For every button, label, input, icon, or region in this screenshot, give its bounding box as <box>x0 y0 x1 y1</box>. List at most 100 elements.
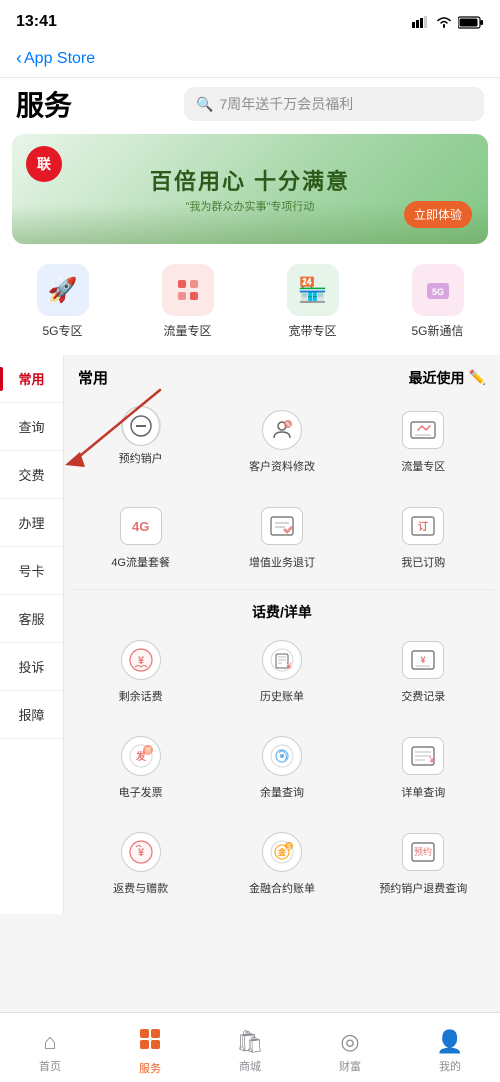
sidebar-banli-label: 办理 <box>18 516 44 531</box>
jiaofei-icon: ¥ <box>399 636 447 684</box>
active-indicator <box>0 367 3 391</box>
service-lishi-zhangdan[interactable]: ¥ 历史账单 <box>211 626 352 714</box>
sidebar-item-banli[interactable]: 办理 <box>0 499 63 547</box>
4g-label: 4G流量套餐 <box>111 556 170 570</box>
svg-text:✎: ✎ <box>285 422 291 429</box>
header-area: 服务 🔍 7周年送千万会员福利 联 百倍用心 十分满意 "我为群众办实事"专项行… <box>0 78 500 355</box>
tab-service-label: 服务 <box>139 1060 161 1076</box>
tab-home[interactable]: ⌂ 首页 <box>0 1021 100 1074</box>
kehu-icon: ✎ <box>258 406 306 454</box>
sidebar-changyong-label: 常用 <box>18 372 44 387</box>
svg-text:5G: 5G <box>431 287 443 297</box>
right-panel: 常用 最近使用 ✏️ 预约销户 <box>64 355 500 914</box>
status-icons <box>412 16 484 29</box>
sidebar-kefu-label: 客服 <box>18 612 44 627</box>
search-bar[interactable]: 🔍 7周年送千万会员福利 <box>184 87 484 121</box>
service-kehu-ziliao[interactable]: ✎ 客户资料修改 <box>211 396 352 484</box>
service-liuliang-zone[interactable]: 流量专区 <box>353 396 494 484</box>
tab-mall[interactable]: 🛍 商城 <box>200 1021 300 1074</box>
tab-mine[interactable]: 👤 我的 <box>400 1021 500 1074</box>
recent-label: 最近使用 ✏️ <box>409 368 486 388</box>
quick-nav-5gnew[interactable]: 5G 5G新通信 <box>375 264 500 339</box>
tab-home-label: 首页 <box>39 1058 61 1074</box>
tab-wealth[interactable]: ◎ 财富 <box>300 1021 400 1074</box>
zhangdan-label: 历史账单 <box>260 690 304 704</box>
tab-wealth-label: 财富 <box>339 1058 361 1074</box>
yuliang-icon <box>258 732 306 780</box>
quick-nav-5g[interactable]: 🚀 5G专区 <box>0 264 125 339</box>
changyong-title: 常用 <box>78 367 108 388</box>
jiaofei-label: 交费记录 <box>401 690 445 704</box>
sidebar-item-baogao[interactable]: 报障 <box>0 691 63 739</box>
banner[interactable]: 联 百倍用心 十分满意 "我为群众办实事"专项行动 立即体验 <box>12 134 488 244</box>
changyong-grid-row2: 4G 4G流量套餐 增值业务退订 <box>64 492 500 588</box>
tab-mall-label: 商城 <box>239 1058 261 1074</box>
sidebar-item-chaxun[interactable]: 查询 <box>0 403 63 451</box>
search-icon: 🔍 <box>196 96 213 113</box>
bottom-spacer <box>0 914 500 994</box>
back-label: App Store <box>24 50 95 68</box>
flow-zone-label: 流量专区 <box>163 322 211 339</box>
sidebar-tousu-label: 投诉 <box>18 660 44 675</box>
svg-text:订: 订 <box>418 520 428 533</box>
fapiao-icon: 发 票 <box>117 732 165 780</box>
sidebar-item-haoka[interactable]: 号卡 <box>0 547 63 595</box>
back-button[interactable]: ‹ App Store <box>16 48 95 69</box>
5g-zone-icon: 🚀 <box>37 264 89 316</box>
service-jinrong-zhangdan[interactable]: 金 $ 金融合约账单 <box>211 818 352 906</box>
service-jiaofei-jilu[interactable]: ¥ 交费记录 <box>353 626 494 714</box>
changyong-header: 常用 最近使用 ✏️ <box>64 355 500 396</box>
page-title: 服务 <box>16 84 72 124</box>
tuifei-label: 预约销户退费查询 <box>379 882 467 896</box>
service-woyidingou[interactable]: 订 我已订购 <box>353 492 494 580</box>
jinrong-icon: 金 $ <box>258 828 306 876</box>
zengzhi-label: 增值业务退订 <box>249 556 315 570</box>
xiangdan-icon: ¥ <box>399 732 447 780</box>
service-icon <box>138 1027 162 1057</box>
liuliang-label: 流量专区 <box>401 460 445 474</box>
quick-nav-broadband[interactable]: 🏪 宽带专区 <box>250 264 375 339</box>
sidebar-item-tousu[interactable]: 投诉 <box>0 643 63 691</box>
sidebar-item-kefu[interactable]: 客服 <box>0 595 63 643</box>
5gnew-zone-label: 5G新通信 <box>411 322 463 339</box>
quick-nav-flow[interactable]: 流量专区 <box>125 264 250 339</box>
edit-icon[interactable]: ✏️ <box>469 369 486 386</box>
service-fanfei-zengkuan[interactable]: ¥ 返费与赠款 <box>70 818 211 906</box>
dingou-icon: 订 <box>399 502 447 550</box>
dingou-label: 我已订购 <box>401 556 445 570</box>
yuyue-label: 预约销户 <box>119 452 163 466</box>
service-yuliang-chaxun[interactable]: 余量查询 <box>211 722 352 810</box>
shengyu-label: 剩余话费 <box>119 690 163 704</box>
sidebar-jiaofei-label: 交费 <box>18 468 44 483</box>
svg-text:预约: 预约 <box>414 846 432 857</box>
nav-bar: ‹ App Store <box>0 44 500 78</box>
home-icon: ⌂ <box>43 1029 56 1055</box>
svg-text:¥: ¥ <box>421 655 426 665</box>
sidebar-item-changyong[interactable]: 常用 <box>0 355 63 403</box>
service-yuyue-tuifei[interactable]: 预约 预约销户退费查询 <box>353 818 494 906</box>
yuliang-label: 余量查询 <box>260 786 304 800</box>
svg-text:¥: ¥ <box>429 755 436 765</box>
fapiao-label: 电子发票 <box>119 786 163 800</box>
xiangdan-label: 详单查询 <box>401 786 445 800</box>
5g-zone-label: 5G专区 <box>42 322 82 339</box>
banner-cta-button[interactable]: 立即体验 <box>404 201 472 228</box>
service-yuyue-xiaohui[interactable]: 预约销户 <box>70 396 211 484</box>
fanfei-label: 返费与赠款 <box>113 882 168 896</box>
service-shengyu-huafei[interactable]: ¥ 剩余话费 <box>70 626 211 714</box>
4g-icon: 4G <box>117 502 165 550</box>
service-zengzhi-tuiding[interactable]: 增值业务退订 <box>211 492 352 580</box>
service-dianzi-fapiao[interactable]: 发 票 电子发票 <box>70 722 211 810</box>
huafei-title: 话费/详单 <box>64 590 500 626</box>
5gnew-zone-icon: 5G <box>412 264 464 316</box>
service-xiangdan-chaxun[interactable]: ¥ 详单查询 <box>353 722 494 810</box>
kehu-label: 客户资料修改 <box>249 460 315 474</box>
main-content: 常用 查询 交费 办理 号卡 客服 投诉 报障 常用 最近使用 ✏ <box>0 355 500 914</box>
fanfei-icon: ¥ <box>117 828 165 876</box>
huafei-grid-row3: ¥ 返费与赠款 金 $ <box>64 818 500 914</box>
service-4g-taocan[interactable]: 4G 4G流量套餐 <box>70 492 211 580</box>
yuyue-icon <box>121 406 161 446</box>
flow-zone-icon <box>162 264 214 316</box>
tab-service[interactable]: 服务 <box>100 1019 200 1076</box>
sidebar-item-jiaofei[interactable]: 交费 <box>0 451 63 499</box>
